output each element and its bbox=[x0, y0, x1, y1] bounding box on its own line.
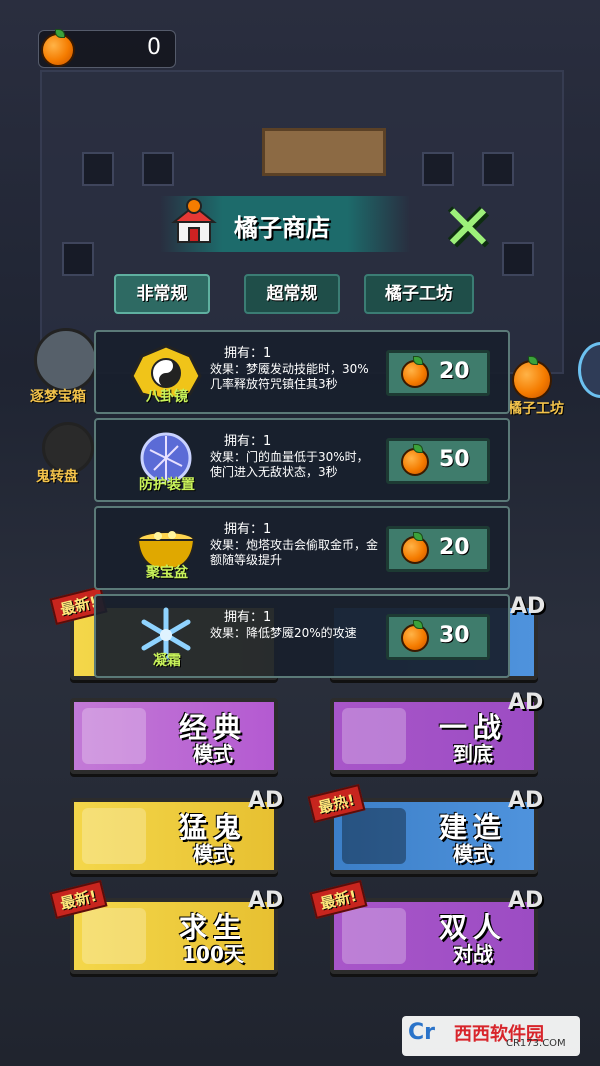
watermark-logo: Cr bbox=[408, 1020, 435, 1045]
tab-unusual[interactable]: 非常规 bbox=[114, 274, 210, 314]
watermark: Cr 西西软件园 CR173.COM bbox=[402, 1016, 580, 1056]
item-price: 50 bbox=[439, 447, 470, 472]
ad-label: AD bbox=[508, 888, 544, 913]
side-label-wheel: 鬼转盘 bbox=[36, 469, 78, 485]
chest-icon[interactable] bbox=[34, 328, 98, 392]
item-price: 20 bbox=[439, 359, 470, 384]
hidden-ad-label: AD bbox=[510, 594, 546, 619]
item-name: 凝霜 bbox=[153, 653, 181, 669]
close-icon[interactable]: ✕ bbox=[438, 197, 498, 259]
workshop-orange-icon[interactable] bbox=[512, 356, 552, 400]
tab-super-unusual[interactable]: 超常规 bbox=[244, 274, 340, 314]
mode-button-endless[interactable]: 一战 到底 bbox=[330, 698, 538, 774]
item-price: 30 bbox=[439, 623, 470, 648]
mode-button-fierce-ghost[interactable]: 猛鬼 模式 bbox=[70, 798, 278, 874]
shop-item: 凝霜 拥有：1 效果：降低梦魇20%的攻速 30 bbox=[94, 594, 510, 678]
shop-item: 聚宝盆 拥有：1 效果：炮塔攻击会偷取金币，金额随等级提升 20 bbox=[94, 506, 510, 590]
tab-orange-workshop[interactable]: 橘子工坊 bbox=[364, 274, 474, 314]
side-label-chest: 逐梦宝箱 bbox=[30, 389, 86, 405]
shop-item: 八卦镜 拥有：1 效果：梦魇发动技能时，30%几率释放符咒镇住其3秒 20 bbox=[94, 330, 510, 414]
mode-subtitle: 模式 bbox=[193, 842, 233, 866]
jiangshi-figure-icon bbox=[342, 708, 406, 764]
window bbox=[82, 152, 114, 186]
mode-button-survive[interactable]: 求生 100天 bbox=[70, 898, 278, 974]
watermark-url: CR173.COM bbox=[506, 1038, 566, 1049]
orange-icon bbox=[401, 532, 429, 564]
orange-icon bbox=[401, 356, 429, 388]
mode-subtitle: 模式 bbox=[453, 842, 493, 866]
mode-subtitle: 对战 bbox=[453, 942, 493, 966]
item-owned: 拥有：1 bbox=[224, 346, 272, 361]
item-owned: 拥有：1 bbox=[224, 434, 272, 449]
orange-icon bbox=[401, 620, 429, 652]
bed-figure-icon bbox=[82, 908, 146, 964]
item-name: 八卦镜 bbox=[146, 389, 188, 405]
two-players-figure-icon bbox=[342, 908, 406, 964]
ad-label: AD bbox=[248, 888, 284, 913]
item-owned: 拥有：1 bbox=[224, 522, 272, 537]
mode-subtitle: 100天 bbox=[182, 942, 244, 966]
item-effect: 效果：梦魇发动技能时，30%几率释放符咒镇住其3秒 bbox=[210, 362, 369, 391]
shop-title: 橘子商店 bbox=[234, 214, 330, 242]
shop-house-icon bbox=[171, 198, 217, 243]
item-owned: 拥有：1 bbox=[224, 610, 272, 625]
mode-button-classic[interactable]: 经典 模式 bbox=[70, 698, 278, 774]
orange-icon bbox=[401, 444, 429, 476]
item-effect: 效果：降低梦魇20%的攻速 bbox=[210, 626, 357, 640]
item-name: 聚宝盆 bbox=[146, 565, 188, 581]
item-effect: 效果：门的血量低于30%时，使门进入无敌状态，3秒 bbox=[210, 450, 369, 479]
ad-label: AD bbox=[508, 788, 544, 813]
item-effect: 效果：炮塔攻击会偷取金币，金额随等级提升 bbox=[210, 538, 379, 567]
mode-button-versus[interactable]: 双人 对战 bbox=[330, 898, 538, 974]
mode-subtitle: 到底 bbox=[453, 742, 493, 766]
window bbox=[62, 242, 94, 276]
orange-icon bbox=[41, 29, 75, 67]
mode-subtitle: 模式 bbox=[193, 742, 233, 766]
orange-count: 0 bbox=[147, 35, 161, 60]
buy-button[interactable]: 30 bbox=[386, 614, 490, 660]
buy-button[interactable]: 20 bbox=[386, 526, 490, 572]
hooded-figure-icon bbox=[342, 808, 406, 864]
side-label-workshop: 橘子工坊 bbox=[508, 401, 564, 417]
twins-figure-icon bbox=[82, 708, 146, 764]
buy-button[interactable]: 20 bbox=[386, 350, 490, 396]
shop-header: 橘子商店 bbox=[160, 196, 410, 252]
orange-counter: 0 bbox=[38, 29, 176, 68]
shop-item: 防护装置 拥有：1 效果：门的血量低于30%时，使门进入无敌状态，3秒 50 bbox=[94, 418, 510, 502]
window bbox=[502, 242, 534, 276]
ad-label: AD bbox=[248, 788, 284, 813]
ghost-girl-figure-icon bbox=[82, 808, 146, 864]
buy-button[interactable]: 50 bbox=[386, 438, 490, 484]
item-name: 防护装置 bbox=[139, 477, 195, 493]
ad-label: AD bbox=[508, 690, 544, 715]
item-price: 20 bbox=[439, 535, 470, 560]
